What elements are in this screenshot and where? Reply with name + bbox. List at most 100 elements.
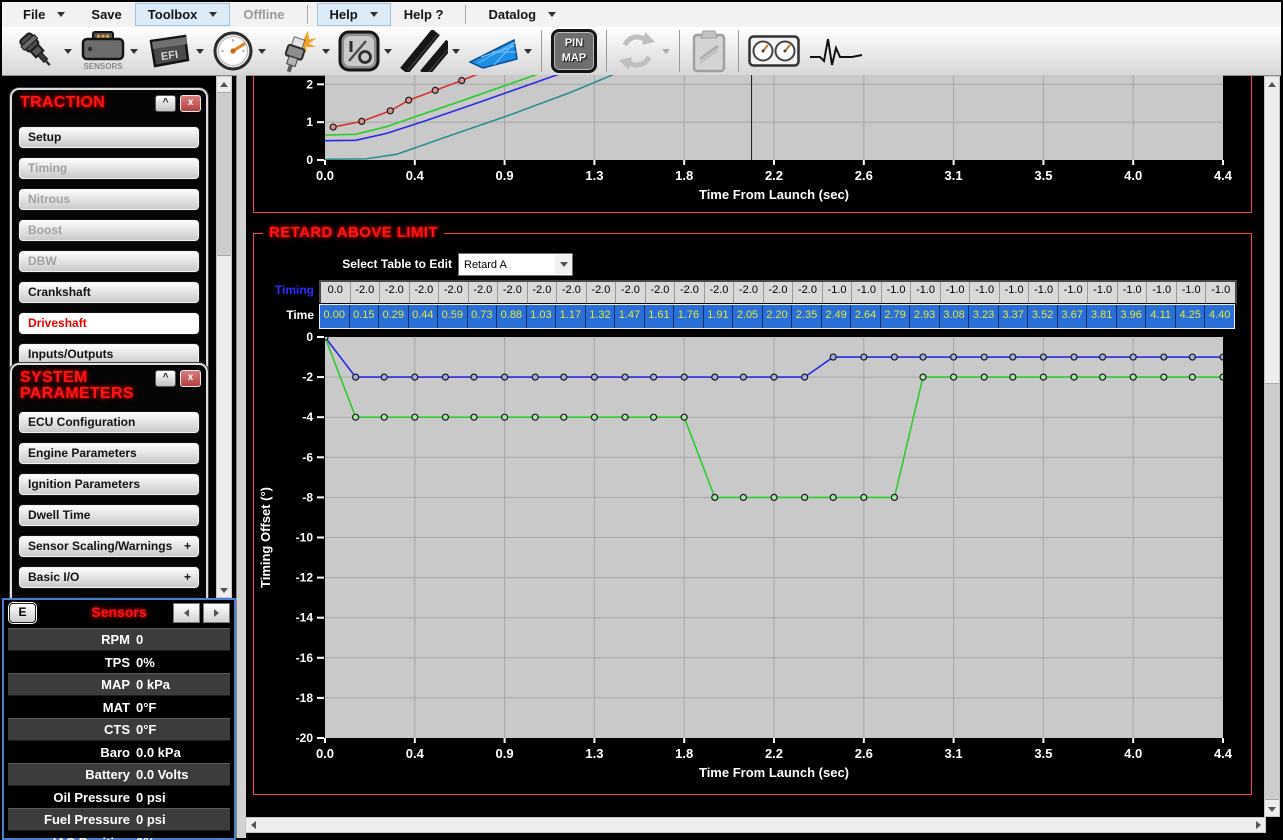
main-horizontal-scrollbar[interactable] [245, 817, 1266, 833]
retard-a-point[interactable] [442, 374, 448, 380]
timing-cell[interactable]: -2.0 [763, 282, 793, 303]
dropdown-arrow-icon[interactable] [452, 49, 460, 54]
retard-b-point[interactable] [891, 494, 897, 500]
retard-b-point[interactable] [712, 494, 718, 500]
timing-cell[interactable]: -1.0 [1058, 282, 1088, 303]
retard-a-point[interactable] [651, 374, 657, 380]
retard-a-point[interactable] [681, 374, 687, 380]
time-cell[interactable]: 0.59 [437, 305, 467, 328]
time-cell[interactable]: 2.64 [850, 305, 880, 328]
dropdown-arrow-icon[interactable] [196, 49, 204, 54]
sidebar-scrollbar[interactable] [216, 76, 232, 598]
time-cell[interactable]: 3.96 [1116, 305, 1146, 328]
retard-b-point[interactable] [651, 414, 657, 420]
retard-b-point[interactable] [1161, 374, 1167, 380]
timing-cell[interactable]: -1.0 [1205, 282, 1235, 303]
time-cell[interactable]: 2.20 [762, 305, 792, 328]
sidebar-item-sensor-scaling-warnings[interactable]: Sensor Scaling/Warnings+ [18, 535, 200, 558]
pulse-tool-button[interactable] [804, 28, 868, 74]
retard-a-point[interactable] [591, 374, 597, 380]
sidebar-item-engine-parameters[interactable]: Engine Parameters [18, 442, 200, 465]
edit-sensors-button[interactable]: E [9, 603, 36, 623]
retard-b-point[interactable] [502, 414, 508, 420]
timing-cell[interactable]: -2.0 [438, 282, 468, 303]
scroll-up-button[interactable] [1265, 77, 1279, 91]
timing-cell[interactable]: -2.0 [674, 282, 704, 303]
series-red-point[interactable] [387, 108, 393, 114]
scrollbar-thumb[interactable] [1265, 383, 1279, 800]
close-panel-button[interactable]: x [180, 370, 201, 387]
collapse-panel-button[interactable]: ^ [155, 95, 176, 112]
scroll-down-button[interactable] [217, 583, 231, 597]
time-cell[interactable]: 0.73 [467, 305, 497, 328]
scroll-down-button[interactable] [1265, 802, 1279, 816]
time-cell[interactable]: 2.49 [821, 305, 851, 328]
series-red-point[interactable] [432, 87, 438, 93]
time-cell[interactable]: 2.05 [732, 305, 762, 328]
main-vertical-scrollbar[interactable] [1264, 76, 1280, 817]
retard-a-point[interactable] [830, 354, 836, 360]
time-cell[interactable]: 1.61 [644, 305, 674, 328]
timing-cell[interactable]: -2.0 [468, 282, 498, 303]
time-cell[interactable]: 2.79 [880, 305, 910, 328]
timing-cell[interactable]: -2.0 [615, 282, 645, 303]
retard-b-point[interactable] [1010, 374, 1016, 380]
time-cell[interactable]: 1.47 [614, 305, 644, 328]
time-cell[interactable]: 3.81 [1086, 305, 1116, 328]
dropdown-arrow-icon[interactable] [524, 49, 532, 54]
menu-item-datalog[interactable]: Datalog [475, 4, 569, 25]
retard-b-point[interactable] [1220, 374, 1226, 380]
series-red-point[interactable] [459, 78, 465, 84]
timing-cell[interactable]: -2.0 [527, 282, 557, 303]
dropdown-arrow-icon[interactable] [322, 49, 330, 54]
time-cell[interactable]: 1.91 [703, 305, 733, 328]
retard-a-point[interactable] [502, 374, 508, 380]
time-cell[interactable]: 2.35 [791, 305, 821, 328]
scrollbar-thumb[interactable] [217, 92, 231, 256]
timing-cell[interactable]: -1.0 [1146, 282, 1176, 303]
sidebar-item-boost[interactable]: Boost [18, 219, 200, 242]
retard-a-point[interactable] [771, 374, 777, 380]
sensors-prev-button[interactable] [173, 603, 200, 623]
retard-a-point[interactable] [1189, 354, 1195, 360]
sidebar-item-nitrous[interactable]: Nitrous [18, 188, 200, 211]
time-cell[interactable]: 0.00 [320, 305, 349, 328]
series-red-point[interactable] [359, 118, 365, 124]
retard-a-point[interactable] [861, 354, 867, 360]
timing-cell[interactable]: -2.0 [409, 282, 439, 303]
time-cell[interactable]: 0.29 [378, 305, 408, 328]
sidebar-item-ecu-configuration[interactable]: ECU Configuration [18, 411, 200, 434]
time-cell[interactable]: 2.93 [909, 305, 939, 328]
traction-stripes-tool-button[interactable] [396, 28, 464, 74]
dropdown-arrow-icon[interactable] [130, 49, 138, 54]
collapse-panel-button[interactable]: ^ [155, 370, 176, 387]
retard-a-point[interactable] [561, 374, 567, 380]
time-cell[interactable]: 0.88 [496, 305, 526, 328]
timing-cell[interactable]: -2.0 [556, 282, 586, 303]
retard-a-point[interactable] [891, 354, 897, 360]
retard-a-point[interactable] [981, 354, 987, 360]
ecu-tool-button[interactable]: EFI [142, 28, 208, 74]
scroll-up-button[interactable] [217, 77, 231, 91]
retard-a-point[interactable] [381, 374, 387, 380]
timing-cell[interactable]: -1.0 [881, 282, 911, 303]
sensors-connector-tool-button[interactable]: SENSORS [76, 28, 142, 74]
retard-b-point[interactable] [1130, 374, 1136, 380]
dropdown-arrow-icon[interactable] [64, 49, 72, 54]
retard-a-point[interactable] [353, 374, 359, 380]
menu-item-help[interactable]: Help [317, 3, 391, 26]
menu-item-save[interactable]: Save [78, 4, 134, 25]
retard-b-point[interactable] [771, 494, 777, 500]
retard-b-point[interactable] [442, 414, 448, 420]
retard-b-point[interactable] [681, 414, 687, 420]
sensors-next-button[interactable] [203, 603, 230, 623]
time-cell[interactable]: 3.08 [939, 305, 969, 328]
dropdown-arrow-icon[interactable] [548, 12, 556, 17]
sparkplug-tool-button[interactable] [270, 28, 334, 74]
sync-tool-button[interactable] [612, 28, 674, 74]
time-cell[interactable]: 3.52 [1027, 305, 1057, 328]
timing-cell[interactable]: -1.0 [969, 282, 999, 303]
retard-a-point[interactable] [532, 374, 538, 380]
time-cell[interactable]: 0.44 [408, 305, 438, 328]
retard-b-point[interactable] [381, 414, 387, 420]
